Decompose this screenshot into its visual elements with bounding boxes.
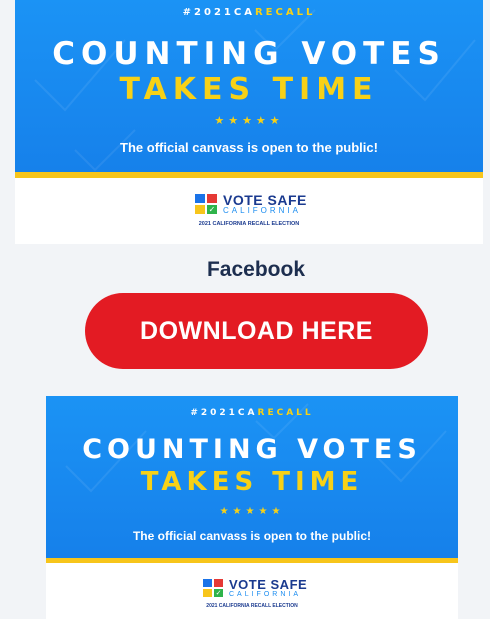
logo-square-red — [207, 194, 217, 204]
section-label-facebook: Facebook — [206, 258, 306, 281]
hashtag: #2021CARECALL — [190, 408, 314, 418]
title-line-1: COUNTING VOTES — [52, 36, 446, 72]
logo-title: VOTE SAFE — [229, 577, 308, 592]
logo-text: VOTE SAFE CALIFORNIA — [229, 578, 307, 599]
logo-state: CALIFORNIA — [229, 591, 302, 598]
logo-square-blue — [203, 579, 212, 588]
logo-square-blue — [195, 194, 205, 204]
logo-square-yellow — [203, 589, 212, 598]
check-icon: ✓ — [207, 205, 217, 215]
title-line-1: COUNTING VOTES — [82, 434, 422, 465]
logo-subtitle: 2021 CALIFORNIA RECALL ELECTION — [198, 221, 300, 227]
logo-squares: ✓ — [195, 194, 217, 215]
banner-bottom: #2021CARECALL COUNTING VOTES TAKES TIME … — [46, 396, 458, 619]
title-line-2: TAKES TIME — [119, 72, 379, 107]
stars: ★★★★★ — [214, 114, 284, 127]
check-icon: ✓ — [214, 589, 223, 598]
vote-safe-logo: ✓ VOTE SAFE CALIFORNIA — [195, 193, 307, 216]
download-button[interactable]: DOWNLOAD HERE — [85, 293, 428, 369]
banner-subtitle: The official canvass is open to the publ… — [120, 140, 378, 155]
title-line-2: TAKES TIME — [140, 467, 364, 497]
stars: ★★★★★ — [219, 506, 285, 517]
banner-top: #2021CARECALL COUNTING VOTES TAKES TIME … — [15, 0, 483, 244]
logo-square-red — [214, 579, 223, 588]
logo-title: VOTE SAFE — [223, 192, 307, 208]
banner-subtitle: The official canvass is open to the publ… — [132, 529, 372, 543]
logo-state: CALIFORNIA — [223, 206, 302, 215]
hashtag: #2021CARECALL — [182, 7, 316, 18]
logo-squares: ✓ — [203, 579, 223, 598]
logo-square-yellow — [195, 205, 205, 215]
logo-subtitle: 2021 CALIFORNIA RECALL ELECTION — [206, 603, 298, 609]
vote-safe-logo: ✓ VOTE SAFE CALIFORNIA — [203, 578, 307, 599]
logo-text: VOTE SAFE CALIFORNIA — [223, 193, 307, 216]
